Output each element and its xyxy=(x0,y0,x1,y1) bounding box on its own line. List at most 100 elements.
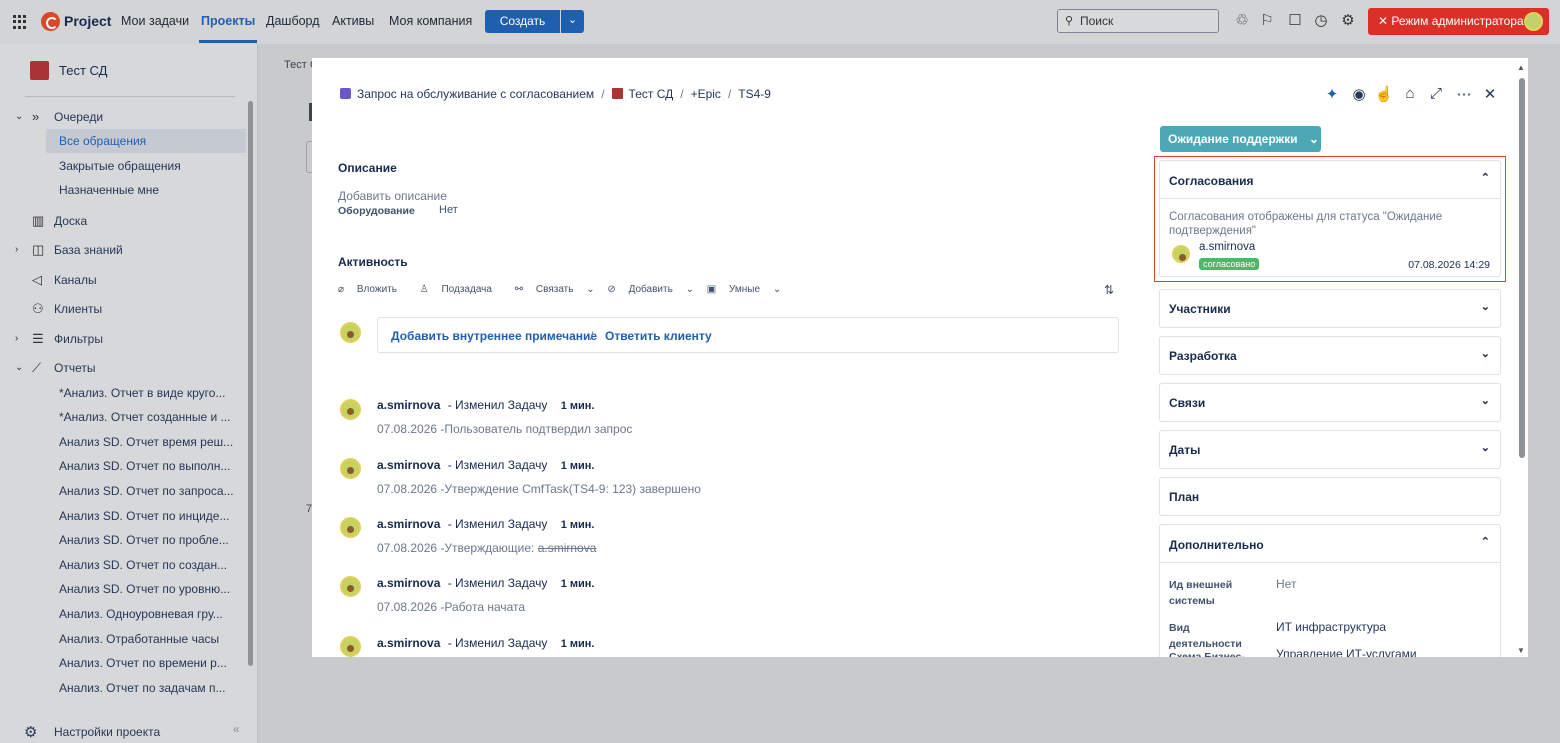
history-time: 1 мин. xyxy=(560,460,595,472)
notifications-icon[interactable]: ⚐ xyxy=(1257,11,1277,31)
field-value-external-id[interactable]: Нет xyxy=(1276,577,1296,591)
chevron-down-icon[interactable]: ⌄ xyxy=(15,356,23,380)
collapse-sidebar-icon[interactable]: « xyxy=(233,722,240,736)
history-user[interactable]: a.smirnova xyxy=(377,576,440,590)
status-dropdown[interactable]: Ожидание поддержки ⌄ xyxy=(1160,126,1321,152)
lock-icon[interactable]: ⌂ xyxy=(1400,85,1420,102)
admin-mode-button[interactable]: ✕ Режим администратора xyxy=(1368,8,1549,35)
nav-my-company[interactable]: Моя компания xyxy=(389,14,472,28)
status-label: Ожидание поддержки xyxy=(1168,132,1298,146)
link-icon: ⚯ xyxy=(514,284,526,295)
project-logo-icon[interactable] xyxy=(41,12,60,31)
close-icon[interactable]: ✕ xyxy=(1480,85,1500,103)
project-name[interactable]: Тест СД xyxy=(59,63,107,78)
scroll-up-icon[interactable]: ▲ xyxy=(1517,63,1525,72)
approver-name[interactable]: a.smirnova xyxy=(1199,241,1255,253)
report-item[interactable]: *Анализ. Отчет в виде круго... xyxy=(46,381,246,405)
chevron-down-icon: ⌄ xyxy=(1308,132,1319,146)
modal-scrollbar-thumb[interactable] xyxy=(1519,78,1525,458)
breadcrumb-epic[interactable]: +Epic xyxy=(691,87,721,101)
sidebar-item-filters[interactable]: › ☰ Фильтры xyxy=(0,327,246,351)
notes-icon[interactable]: ☐ xyxy=(1285,11,1305,31)
sidebar-item-channels[interactable]: ◁ Каналы xyxy=(0,268,246,292)
report-item[interactable]: Анализ. Одноуровневая гру... xyxy=(46,602,246,626)
settings-gear-icon[interactable]: ⚙ xyxy=(1338,11,1358,31)
sidebar-item-knowledge-base[interactable]: › ◫ База знаний xyxy=(0,238,246,262)
create-dropdown-chevron-icon[interactable]: ⌄ xyxy=(561,10,584,33)
chevron-right-icon[interactable]: › xyxy=(15,327,18,351)
watch-eye-icon[interactable]: ◉ xyxy=(1349,85,1369,103)
create-button[interactable]: Создать xyxy=(485,10,560,33)
history-user[interactable]: a.smirnova xyxy=(377,636,440,650)
additional-title: Дополнительно xyxy=(1169,538,1264,552)
link-button[interactable]: ⚯ Связать ⌄ xyxy=(515,284,595,295)
panel-development[interactable]: Разработка ⌄ xyxy=(1159,336,1501,375)
history-user[interactable]: a.smirnova xyxy=(377,517,440,531)
field-value-activity-type[interactable]: ИТ инфраструктура xyxy=(1276,620,1386,634)
reply-to-client-link[interactable]: Ответить клиенту xyxy=(605,329,712,343)
breadcrumb-project[interactable]: Тест СД xyxy=(629,87,674,101)
add-button[interactable]: ⊘ Добавить ⌄ xyxy=(607,284,694,295)
sidebar-item-closed-requests[interactable]: Закрытые обращения xyxy=(46,154,246,178)
report-item[interactable]: *Анализ. Отчет созданные и ... xyxy=(46,405,246,429)
subtask-button[interactable]: ♙ Подзадача xyxy=(420,284,502,295)
sidebar-item-queues[interactable]: ⌄ » Очереди xyxy=(0,105,246,129)
sidebar-item-clients[interactable]: ⚇ Клиенты xyxy=(0,297,246,321)
field-value-business-scheme[interactable]: Управление ИТ-услугами xyxy=(1276,647,1417,657)
brand-name[interactable]: Project xyxy=(64,13,111,29)
reports-chart-icon: ⟋ xyxy=(32,360,42,375)
more-actions-icon[interactable]: ⋯ xyxy=(1454,85,1474,103)
smart-button[interactable]: ▣ Умные ⌄ xyxy=(707,284,781,295)
report-item[interactable]: Анализ SD. Отчет по выполн... xyxy=(46,454,246,478)
sidebar-scrollbar[interactable] xyxy=(248,101,253,666)
chevron-up-icon[interactable]: ⌃ xyxy=(1481,535,1490,548)
report-item[interactable]: Анализ SD. Отчет по инциде... xyxy=(46,504,246,528)
chevron-right-icon[interactable]: › xyxy=(15,238,18,262)
report-item[interactable]: Анализ. Отчет по времени р... xyxy=(46,651,246,675)
add-description-field[interactable]: Добавить описание xyxy=(338,189,447,203)
nav-dashboard[interactable]: Дашборд xyxy=(266,14,320,28)
search-input[interactable]: ⚲ Поиск xyxy=(1057,9,1219,33)
sidebar-item-project-settings[interactable]: ⚙ Настройки проекта « xyxy=(0,721,258,743)
chevron-up-icon[interactable]: ⌃ xyxy=(1481,171,1490,184)
app-switcher-icon[interactable] xyxy=(13,15,27,29)
history-user[interactable]: a.smirnova xyxy=(377,458,440,472)
sidebar-item-board[interactable]: ▥ Доска xyxy=(0,209,246,233)
sidebar-item-reports[interactable]: ⌄ ⟋ Отчеты xyxy=(0,356,246,380)
sidebar-item-assigned-to-me[interactable]: Назначенные мне xyxy=(46,178,246,202)
attach-button[interactable]: ⌀ Вложить xyxy=(338,284,407,295)
report-item[interactable]: Анализ SD. Отчет время реш... xyxy=(46,430,246,454)
board-icon: ▥ xyxy=(32,213,45,228)
nav-projects[interactable]: Проекты xyxy=(201,14,255,28)
breadcrumb-issue-key[interactable]: TS4-9 xyxy=(738,87,771,101)
panel-participants[interactable]: Участники ⌄ xyxy=(1159,289,1501,328)
report-item[interactable]: Анализ. Отчет по задачам п... xyxy=(46,676,246,700)
panel-dates[interactable]: Даты ⌄ xyxy=(1159,430,1501,469)
pin-icon[interactable]: ✦ xyxy=(1322,85,1342,103)
breadcrumb-request-type[interactable]: Запрос на обслуживание с согласованием xyxy=(357,87,594,101)
report-item[interactable]: Анализ SD. Отчет по уровню... xyxy=(46,577,246,601)
panel-plan[interactable]: План xyxy=(1159,477,1501,516)
report-item[interactable]: Анализ. Отработанные часы xyxy=(46,627,246,651)
sort-order-icon[interactable]: ⇅ xyxy=(1104,283,1114,297)
nav-assets[interactable]: Активы xyxy=(332,14,374,28)
panel-links[interactable]: Связи ⌄ xyxy=(1159,383,1501,422)
comment-composer[interactable]: Добавить внутреннее примечание / Ответит… xyxy=(377,317,1119,353)
add-internal-note-link[interactable]: Добавить внутреннее примечание xyxy=(391,329,597,343)
scroll-down-icon[interactable]: ▼ xyxy=(1517,646,1525,655)
chevron-down-icon[interactable]: ⌄ xyxy=(15,105,23,129)
expand-icon[interactable]: ⤢ xyxy=(1426,85,1446,102)
user-avatar[interactable] xyxy=(1524,12,1543,31)
report-item[interactable]: Анализ SD. Отчет по создан... xyxy=(46,553,246,577)
approvals-header[interactable]: Согласования ⌃ xyxy=(1160,161,1500,199)
nav-my-tasks[interactable]: Мои задачи xyxy=(121,14,189,28)
like-icon[interactable]: ☝ xyxy=(1374,85,1394,103)
equipment-value[interactable]: Нет xyxy=(439,204,458,216)
bot-icon[interactable]: ♲ xyxy=(1232,11,1252,31)
history-user[interactable]: a.smirnova xyxy=(377,398,440,412)
sidebar-item-all-requests[interactable]: Все обращения xyxy=(46,129,246,153)
history-icon[interactable]: ◷ xyxy=(1311,11,1331,31)
report-item[interactable]: Анализ SD. Отчет по пробле... xyxy=(46,528,246,552)
report-item[interactable]: Анализ SD. Отчет по запроса... xyxy=(46,479,246,503)
additional-header[interactable]: Дополнительно ⌃ xyxy=(1160,525,1500,563)
